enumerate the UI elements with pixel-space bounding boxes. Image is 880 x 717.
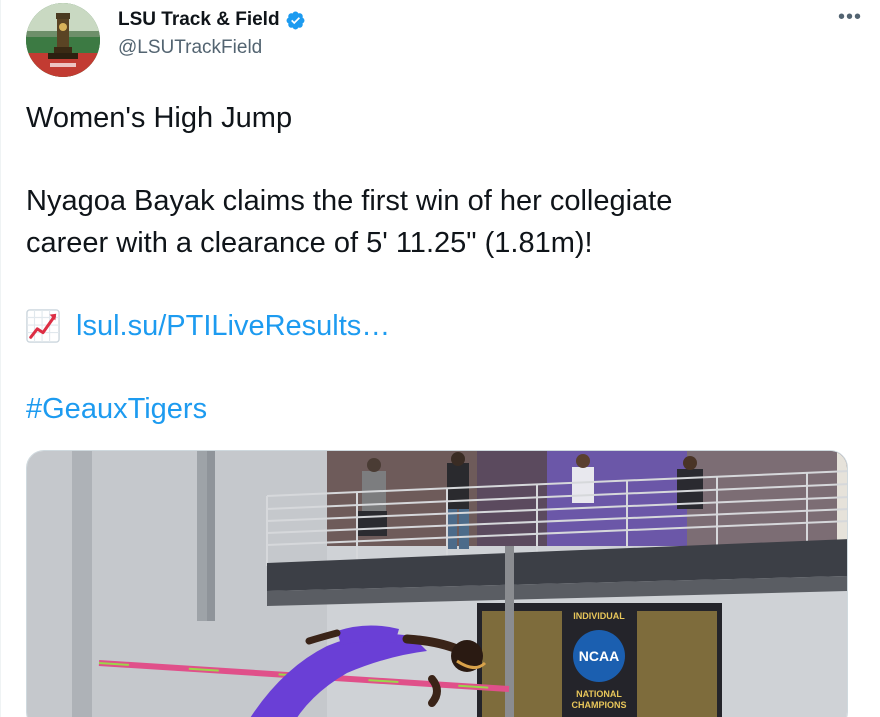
chart-increasing-icon [26, 309, 60, 344]
trophy-avatar-icon [26, 3, 100, 77]
tweet-text: Women's High Jump Nyagoa Bayak claims th… [26, 98, 846, 430]
tweet-headline: Women's High Jump [26, 102, 293, 134]
hashtag-link[interactable]: #GeauxTigers [26, 389, 846, 431]
ncaa-logo-text: NCAA [579, 648, 619, 664]
tweet-body-line-2: career with a clearance of 5' 11.25" (1.… [26, 226, 593, 259]
name-row: LSU Track & Field [118, 8, 306, 32]
scoreboard-bottom-text-2: CHAMPIONS [571, 700, 626, 710]
tweet-body-line-1: Nyagoa Bayak claims the first win of her… [26, 185, 673, 217]
high-jump-photo: INDIVIDUAL NCAA NATIONAL CHAMPIONS [27, 451, 847, 717]
scoreboard-top-text: INDIVIDUAL [573, 611, 625, 621]
tweet-card: LSU Track & Field @LSUTrackField ••• Wom… [0, 0, 880, 717]
more-options-icon[interactable]: ••• [838, 6, 862, 29]
author-block: LSU Track & Field @LSUTrackField [118, 8, 306, 59]
verified-badge-icon [286, 11, 305, 29]
scoreboard-bottom-text-1: NATIONAL [576, 689, 622, 699]
tweet-photo[interactable]: INDIVIDUAL NCAA NATIONAL CHAMPIONS [26, 450, 848, 717]
author-handle[interactable]: @LSUTrackField [118, 37, 306, 59]
results-link[interactable]: lsul.su/PTILiveResults… [76, 306, 390, 348]
results-link-row: lsul.su/PTILiveResults… [26, 306, 846, 348]
author-name[interactable]: LSU Track & Field [118, 9, 280, 31]
author-avatar[interactable] [26, 3, 100, 77]
